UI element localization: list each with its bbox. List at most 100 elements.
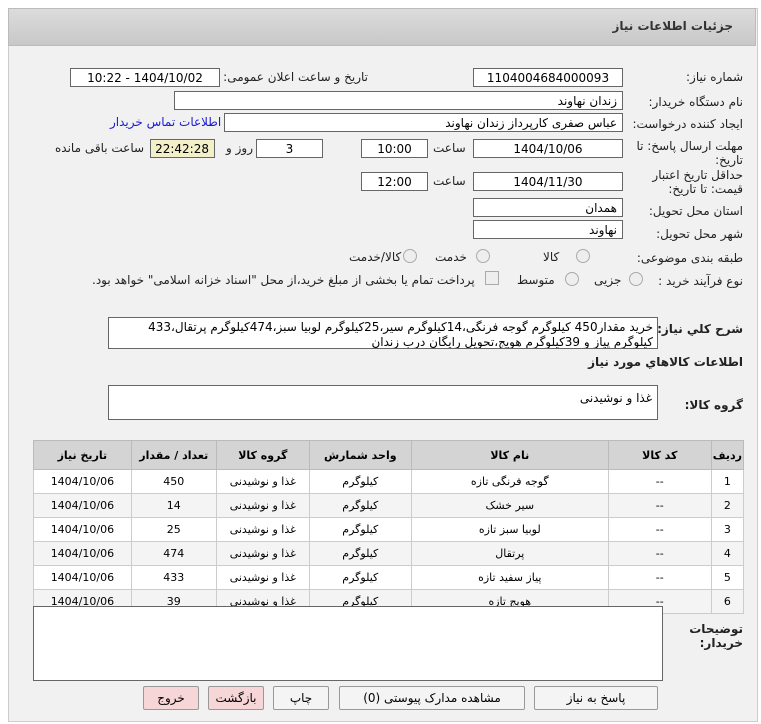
buyer-label: نام دستگاه خریدار: bbox=[648, 95, 744, 109]
cell-item-name: سیر خشک bbox=[410, 493, 609, 518]
table-row: 4 -- پرتقال کیلوگرم غذا و نوشیدنی 474 1404/10/… bbox=[33, 541, 745, 566]
cell-item-name: پرتقال bbox=[410, 541, 609, 566]
cell-need-date: 1404/10/06 bbox=[33, 493, 132, 518]
print-button[interactable]: چاپ bbox=[273, 686, 329, 710]
cell-quantity: 433 bbox=[130, 565, 217, 590]
table-row: 5 -- پیاز سفید تازه کیلوگرم غذا و نوشیدنی 433… bbox=[33, 565, 745, 590]
need-number-field[interactable]: 1104004684000093 bbox=[473, 68, 623, 87]
notes-label: توضیحات خریدار: bbox=[689, 622, 743, 650]
contact-buyer-link[interactable]: اطلاعات تماس خریدار bbox=[110, 115, 221, 129]
remaining-time: 22:42:28 bbox=[150, 139, 215, 158]
cell-row-number: 3 bbox=[710, 517, 745, 542]
cell-unit: کیلوگرم bbox=[308, 541, 412, 566]
cell-item-name: گوجه فرنگی تازه bbox=[410, 469, 609, 494]
header-bar: جزئیات اطلاعات نیاز bbox=[8, 8, 756, 46]
cell-unit: کیلوگرم bbox=[308, 493, 412, 518]
exit-button[interactable]: خروج bbox=[143, 686, 199, 710]
category-option-goods: کالا bbox=[543, 250, 560, 264]
cell-item-code: -- bbox=[607, 541, 712, 566]
cell-item-name: لوبیا سبز تازه bbox=[410, 517, 609, 542]
city-field[interactable]: نهاوند bbox=[473, 220, 623, 239]
cell-need-date: 1404/10/06 bbox=[33, 469, 132, 494]
validity-time-field[interactable]: 12:00 bbox=[361, 172, 428, 191]
deadline-time-label: ساعت bbox=[433, 141, 466, 155]
category-option-both: کالا/خدمت bbox=[349, 250, 402, 264]
cell-need-date: 1404/10/06 bbox=[33, 517, 132, 542]
cell-need-date: 1404/10/06 bbox=[33, 541, 132, 566]
cell-item-group: غذا و نوشیدنی bbox=[215, 469, 310, 494]
province-label: استان محل تحویل: bbox=[648, 204, 743, 218]
creator-label: ایجاد کننده درخواست: bbox=[632, 117, 743, 131]
process-label: نوع فرآیند خرید : bbox=[658, 274, 743, 288]
cell-item-group: غذا و نوشیدنی bbox=[215, 565, 310, 590]
cell-item-code: -- bbox=[607, 493, 712, 518]
cell-quantity: 474 bbox=[130, 541, 217, 566]
goods-group-label: گروه کالا: bbox=[684, 398, 743, 412]
category-radio-both[interactable] bbox=[403, 249, 417, 263]
category-radio-goods[interactable] bbox=[576, 249, 590, 263]
cell-item-group: غذا و نوشیدنی bbox=[215, 541, 310, 566]
back-button[interactable]: بازگشت bbox=[208, 686, 264, 710]
notes-field[interactable] bbox=[33, 606, 663, 681]
need-number-label: شماره نیاز: bbox=[686, 70, 743, 84]
announce-field[interactable]: 1404/10/02 - 10:22 bbox=[70, 68, 220, 87]
process-radio-minor[interactable] bbox=[629, 272, 643, 286]
reply-button[interactable]: پاسخ به نیاز bbox=[534, 686, 658, 710]
category-radio-service[interactable] bbox=[476, 249, 490, 263]
announce-label: تاریخ و ساعت اعلان عمومی: bbox=[223, 70, 368, 84]
col-row: ردیف bbox=[710, 440, 745, 470]
deadline-label: مهلت ارسال پاسخ: تا تاریخ: bbox=[636, 139, 743, 167]
cell-item-code: -- bbox=[607, 517, 712, 542]
cell-quantity: 14 bbox=[130, 493, 217, 518]
days-label: روز و bbox=[226, 141, 253, 155]
validity-date-field[interactable]: 1404/11/30 bbox=[473, 172, 623, 191]
cell-item-group: غذا و نوشیدنی bbox=[215, 493, 310, 518]
col-qty: تعداد / مقدار bbox=[130, 440, 217, 470]
cell-quantity: 450 bbox=[130, 469, 217, 494]
cell-quantity: 25 bbox=[130, 517, 217, 542]
cell-row-number: 4 bbox=[710, 541, 745, 566]
cell-unit: کیلوگرم bbox=[308, 517, 412, 542]
cell-item-code: -- bbox=[607, 565, 712, 590]
buyer-field[interactable]: زندان نهاوند bbox=[174, 91, 623, 110]
table-row: 1 -- گوجه فرنگی تازه کیلوگرم غذا و نوشیدنی 45… bbox=[33, 469, 745, 494]
cell-row-number: 1 bbox=[710, 469, 745, 494]
page-title: جزئیات اطلاعات نیاز bbox=[612, 19, 733, 33]
cell-row-number: 2 bbox=[710, 493, 745, 518]
table-row: 2 -- سیر خشک کیلوگرم غذا و نوشیدنی 14 1404/10/… bbox=[33, 493, 745, 518]
col-unit: واحد شمارش bbox=[308, 440, 412, 470]
cell-item-code: -- bbox=[607, 469, 712, 494]
goods-group-field[interactable]: غذا و نوشیدنی bbox=[108, 385, 658, 420]
col-code: کد کالا bbox=[607, 440, 712, 470]
cell-unit: کیلوگرم bbox=[308, 565, 412, 590]
province-field[interactable]: همدان bbox=[473, 198, 623, 217]
cell-item-group: غذا و نوشیدنی bbox=[215, 517, 310, 542]
description-field[interactable]: خرید مقدار450 کیلوگرم گوجه فرنگی،14کیلوگ… bbox=[108, 317, 658, 349]
process-option-medium: متوسط bbox=[517, 273, 555, 287]
description-label: شرح کلي نياز: bbox=[657, 322, 743, 336]
col-date: تاریخ نیاز bbox=[33, 440, 132, 470]
treasury-payment-checkbox[interactable] bbox=[485, 271, 499, 285]
cell-item-name: پیاز سفید تازه bbox=[410, 565, 609, 590]
cell-unit: کیلوگرم bbox=[308, 469, 412, 494]
cell-row-number: 6 bbox=[710, 589, 745, 614]
city-label: شهر محل تحویل: bbox=[656, 227, 743, 241]
table-row: 3 -- لوبیا سبز تازه کیلوگرم غذا و نوشیدنی 25 1… bbox=[33, 517, 745, 542]
days-field[interactable]: 3 bbox=[256, 139, 323, 158]
deadline-time-field[interactable]: 10:00 bbox=[361, 139, 428, 158]
process-radio-medium[interactable] bbox=[565, 272, 579, 286]
validity-label: حداقل تاریخ اعتبار قیمت: تا تاریخ: bbox=[652, 168, 743, 196]
payment-note: پرداخت تمام یا بخشی از مبلغ خرید،از محل … bbox=[92, 273, 475, 287]
cell-need-date: 1404/10/06 bbox=[33, 565, 132, 590]
col-group: گروه کالا bbox=[215, 440, 310, 470]
cell-row-number: 5 bbox=[710, 565, 745, 590]
validity-time-label: ساعت bbox=[433, 174, 466, 188]
col-name: نام کالا bbox=[410, 440, 609, 470]
goods-info-title: اطلاعات کالاهاي مورد نياز bbox=[588, 355, 743, 369]
attachments-button[interactable]: مشاهده مدارک پیوستی (0) bbox=[339, 686, 525, 710]
creator-field[interactable]: عباس صفری کارپرداز زندان نهاوند bbox=[224, 113, 623, 132]
category-option-service: خدمت bbox=[435, 250, 467, 264]
category-label: طبقه بندی موضوعی: bbox=[636, 251, 743, 265]
deadline-date-field[interactable]: 1404/10/06 bbox=[473, 139, 623, 158]
remaining-label: ساعت باقی مانده bbox=[55, 141, 145, 155]
